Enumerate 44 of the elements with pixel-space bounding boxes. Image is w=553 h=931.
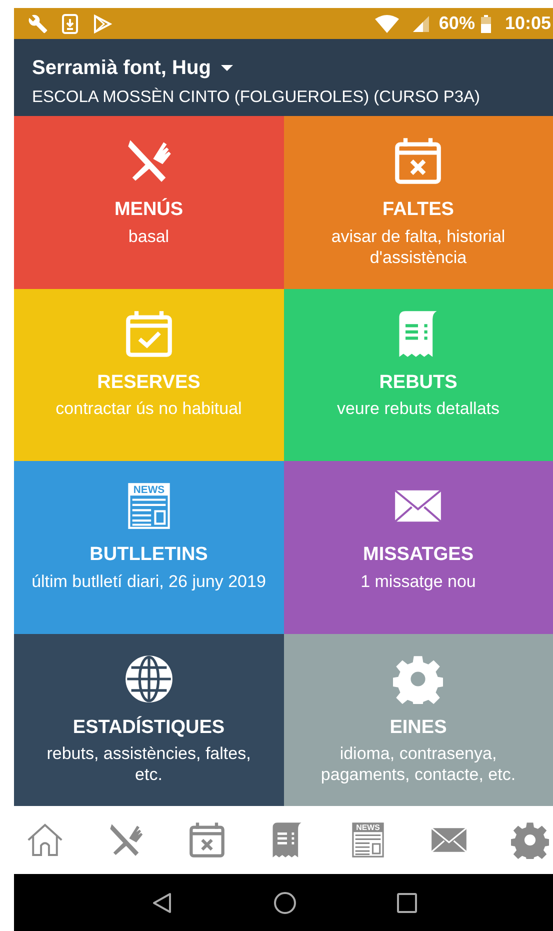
tile-title: FALTES: [382, 198, 454, 222]
tile-subtitle: avisar de falta, historial d'assistència: [330, 226, 506, 268]
menu-tile[interactable]: FALTES avisar de falta, historial d'assistència: [284, 116, 553, 288]
battery-icon: [480, 14, 491, 32]
home-circle-icon[interactable]: [272, 890, 296, 914]
wrench-icon: [28, 14, 48, 34]
battery-text: 60%: [438, 12, 475, 35]
dropdown-caret-icon[interactable]: [220, 64, 233, 72]
tile-title: REBUTS: [379, 370, 458, 394]
tile-title: ESTADÍSTIQUES: [72, 715, 225, 740]
calendar-x-icon[interactable]: [188, 821, 226, 859]
calendar-x-icon: [393, 136, 444, 186]
home-icon[interactable]: [26, 821, 64, 859]
tile-subtitle: últim butlletí diari, 26 juny 2019: [32, 570, 266, 592]
menu-tile[interactable]: ESTADÍSTIQUES rebuts, assistències, faltes, etc.: [14, 634, 284, 806]
gear-icon[interactable]: [510, 821, 549, 859]
menu-tile[interactable]: MENÚS basal: [14, 116, 284, 288]
clock-text: 10:05: [504, 12, 551, 35]
wifi-icon: [374, 14, 399, 32]
globe-icon: [124, 654, 174, 704]
tile-title: MISSATGES: [363, 543, 474, 567]
tile-subtitle: idioma, contrasenya, pagaments, contacte, etc.: [320, 743, 517, 785]
tile-title: RESERVES: [97, 370, 200, 394]
menu-tile[interactable]: NEWS BUTLLETINS últim butlletí diari, 26 juny 2019: [14, 461, 284, 634]
tile-subtitle: veure rebuts detallats: [336, 398, 500, 419]
tile-subtitle: rebuts, assistències, faltes, etc.: [46, 743, 252, 785]
tile-title: MENÚS: [114, 197, 184, 222]
menu-tile[interactable]: MISSATGES 1 missatge nou: [284, 461, 553, 634]
signal-icon: [412, 16, 429, 32]
recents-icon[interactable]: [396, 892, 416, 912]
tile-subtitle: contractar ús no habitual: [56, 398, 242, 419]
gear-icon: [393, 654, 444, 704]
menu-tile[interactable]: EINES idioma, contrasenya, pagaments, contacte, etc.: [284, 634, 553, 806]
download-icon: [62, 14, 78, 34]
calendar-check-icon: [124, 308, 174, 358]
tile-subtitle: 1 missatge nou: [360, 570, 476, 592]
menu-tile[interactable]: REBUTS veure rebuts detallats: [284, 288, 553, 461]
tile-title: EINES: [390, 716, 447, 740]
back-icon[interactable]: [150, 892, 172, 914]
school-name: ESCOLA MOSSÈN CINTO (FOLGUEROLES) (CURSO P3A): [32, 86, 482, 108]
play-store-icon: [92, 14, 112, 34]
tile-subtitle: basal: [128, 226, 170, 246]
student-selector[interactable]: Serramià font, Hug: [32, 53, 211, 83]
tile-title: BUTLLETINS: [90, 543, 208, 567]
